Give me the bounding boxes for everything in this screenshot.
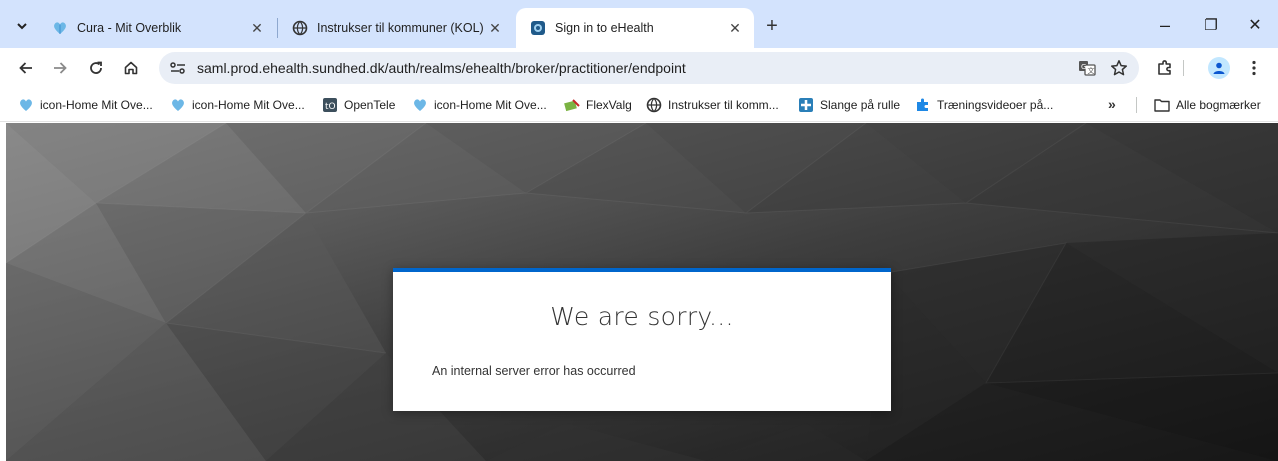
- all-bookmarks-label: Alle bogmærker: [1176, 98, 1261, 112]
- flexvalg-icon: [564, 97, 580, 113]
- heart-favicon: [412, 97, 428, 113]
- bookmark-item[interactable]: icon-Home Mit Ove...: [170, 95, 305, 115]
- arrow-right-icon: [54, 62, 67, 74]
- toolbar: saml.prod.ehealth.sundhed.dk/auth/realms…: [0, 48, 1278, 88]
- close-window-button[interactable]: ✕: [1232, 10, 1278, 40]
- globe-icon: [292, 20, 308, 36]
- tab-instrukser[interactable]: Instrukser til kommuner (KOL) ✕: [278, 8, 514, 48]
- close-tab-icon[interactable]: ✕: [248, 19, 266, 37]
- error-title: We are sorry...: [550, 302, 734, 331]
- heart-favicon: [52, 20, 68, 36]
- globe-icon: [646, 97, 662, 113]
- tab-search-button[interactable]: [8, 13, 36, 39]
- tab-ehealth[interactable]: Sign in to eHealth ✕: [516, 8, 754, 48]
- puzzle-icon: [915, 97, 931, 113]
- bookmark-label: icon-Home Mit Ove...: [40, 98, 153, 112]
- bookmark-item[interactable]: Træningsvideoer på...: [915, 95, 1053, 115]
- error-card: We are sorry... An internal server error…: [393, 268, 891, 411]
- tab-title: Sign in to eHealth: [555, 21, 654, 35]
- url-text[interactable]: saml.prod.ehealth.sundhed.dk/auth/realms…: [197, 60, 686, 76]
- new-tab-button[interactable]: +: [760, 14, 784, 38]
- site-info-icon[interactable]: [167, 57, 189, 79]
- heart-favicon: [170, 97, 186, 113]
- bookmark-star-icon[interactable]: [1108, 57, 1130, 79]
- arrow-left-icon: [19, 62, 32, 74]
- puzzle-piece-icon: [1158, 60, 1171, 75]
- restore-button[interactable]: ❐: [1188, 10, 1234, 40]
- close-tab-icon[interactable]: ✕: [486, 19, 504, 37]
- home-icon: [124, 61, 138, 75]
- svg-text:tO: tO: [325, 102, 336, 112]
- menu-button[interactable]: [1240, 54, 1268, 82]
- svg-text:G: G: [1081, 63, 1086, 71]
- extensions-button[interactable]: [1151, 54, 1179, 82]
- svg-text:文: 文: [1088, 66, 1095, 75]
- opentele-icon: tO: [322, 97, 338, 113]
- reload-button[interactable]: [82, 54, 110, 82]
- bookmark-label: OpenTele: [344, 98, 396, 112]
- translate-icon[interactable]: G文: [1076, 57, 1098, 79]
- tab-title: Cura - Mit Overblik: [77, 21, 182, 35]
- bookmark-item[interactable]: Instrukser til komm...: [646, 95, 779, 115]
- address-bar[interactable]: saml.prod.ehealth.sundhed.dk/auth/realms…: [159, 52, 1139, 84]
- chevron-down-icon: [17, 23, 27, 30]
- slange-icon: [798, 97, 814, 113]
- ehealth-favicon: [530, 20, 546, 36]
- bookmark-label: Træningsvideoer på...: [937, 98, 1054, 112]
- toolbar-divider: [1183, 60, 1184, 76]
- bookmark-item[interactable]: icon-Home Mit Ove...: [412, 95, 547, 115]
- home-button[interactable]: [117, 54, 145, 82]
- person-icon: [1213, 62, 1225, 74]
- heart-favicon: [18, 97, 34, 113]
- bookmark-label: FlexValg: [586, 98, 632, 112]
- bookmark-item[interactable]: FlexValg: [564, 95, 632, 115]
- bookmark-item[interactable]: Slange på rulle: [798, 95, 900, 115]
- back-button[interactable]: [12, 54, 40, 82]
- close-tab-icon[interactable]: ✕: [726, 19, 744, 37]
- tab-strip: Cura - Mit Overblik ✕ Instrukser til kom…: [0, 0, 1278, 48]
- bookmark-item[interactable]: icon-Home Mit Ove...: [18, 95, 153, 115]
- error-message: An internal server error has occurred: [432, 364, 636, 378]
- all-bookmarks-button[interactable]: Alle bogmærker: [1154, 95, 1261, 115]
- page-content: We are sorry... An internal server error…: [6, 123, 1278, 461]
- reload-icon: [90, 61, 102, 74]
- profile-avatar[interactable]: [1208, 57, 1230, 79]
- bookmark-label: icon-Home Mit Ove...: [192, 98, 305, 112]
- bookmarks-divider: [1136, 97, 1137, 113]
- bookmark-label: Slange på rulle: [820, 98, 901, 112]
- minimize-button[interactable]: –: [1142, 10, 1188, 40]
- bookmark-label: icon-Home Mit Ove...: [434, 98, 547, 112]
- tab-cura[interactable]: Cura - Mit Overblik ✕: [38, 8, 276, 48]
- tab-title: Instrukser til kommuner (KOL): [317, 21, 484, 35]
- bookmark-item[interactable]: tO OpenTele: [322, 95, 395, 115]
- bookmarks-bar: icon-Home Mit Ove... icon-Home Mit Ove..…: [0, 88, 1278, 122]
- forward-button[interactable]: [46, 54, 74, 82]
- folder-icon: [1154, 97, 1170, 113]
- bookmark-label: Instrukser til komm...: [668, 98, 779, 112]
- more-bookmarks-button[interactable]: »: [1108, 96, 1116, 112]
- more-vertical-icon: [1252, 60, 1256, 76]
